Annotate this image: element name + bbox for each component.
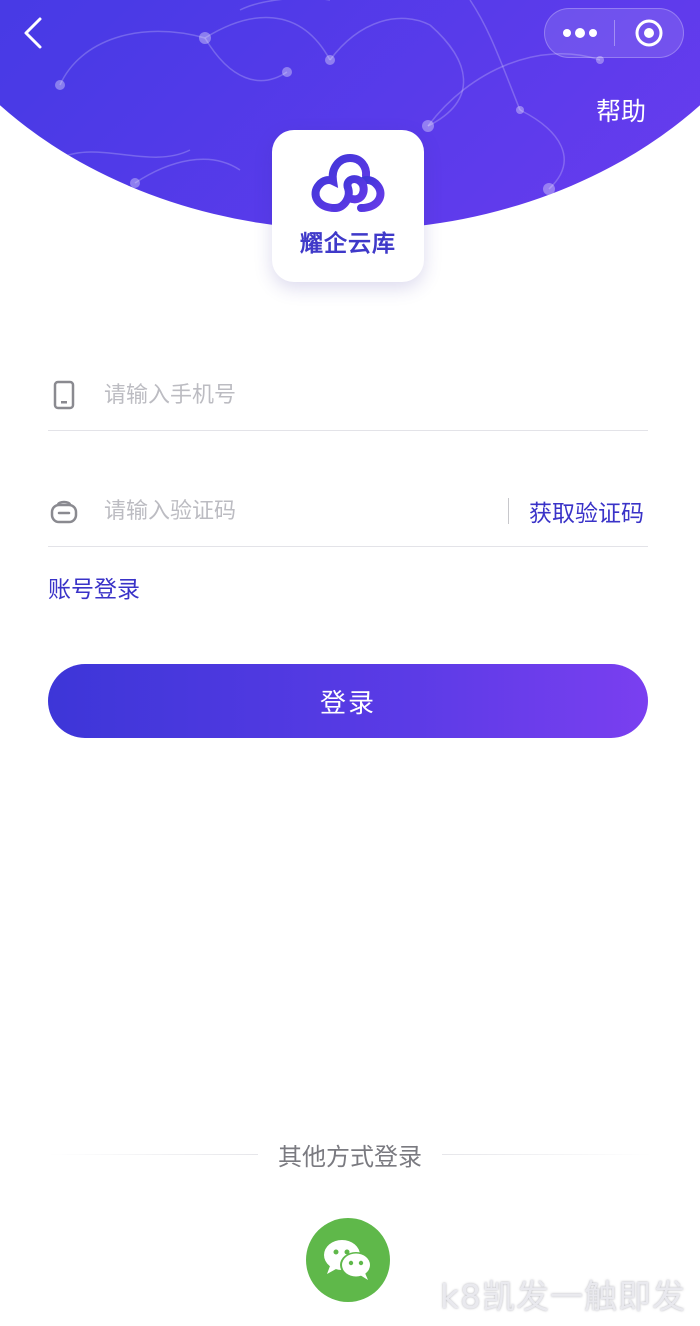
- wechat-login-button[interactable]: [306, 1218, 390, 1302]
- more-dots-icon: [562, 28, 597, 38]
- phone-input[interactable]: [102, 381, 466, 409]
- get-code-button[interactable]: 获取验证码: [529, 494, 644, 528]
- verification-code-input[interactable]: [102, 497, 406, 525]
- verification-code-field: 获取验证码: [48, 476, 648, 547]
- cloud-link-logo-icon: [311, 153, 385, 212]
- wechat-icon: [324, 1240, 372, 1280]
- divider-line-left: [48, 1153, 258, 1155]
- chevron-left-icon: [24, 17, 42, 49]
- lock-icon: [50, 495, 78, 527]
- account-login-link[interactable]: 账号登录: [48, 570, 140, 604]
- other-login-label: 其他方式登录: [278, 1142, 422, 1171]
- app-name: 耀企云库: [300, 231, 396, 257]
- close-mini-program-button[interactable]: [615, 8, 683, 58]
- watermark: k8凯发一触即发: [439, 1277, 686, 1316]
- more-button[interactable]: [545, 8, 614, 58]
- mobile-phone-icon: [50, 379, 78, 411]
- divider-line-right: [442, 1153, 652, 1155]
- mini-program-capsule: [544, 8, 684, 58]
- phone-field: [48, 360, 648, 431]
- app-logo-card: 耀企云库: [272, 130, 424, 282]
- login-button[interactable]: 登录: [48, 664, 648, 738]
- other-login-divider: 其他方式登录: [0, 1136, 700, 1172]
- back-button[interactable]: [16, 14, 50, 52]
- help-link[interactable]: 帮助: [596, 92, 646, 128]
- code-divider: [508, 498, 509, 524]
- login-page: 帮助 耀企云库 请输入手机号 请输入验证码 获取验证码 账号登录 登录 其他方式…: [0, 0, 700, 1326]
- target-circle-icon: [635, 19, 663, 47]
